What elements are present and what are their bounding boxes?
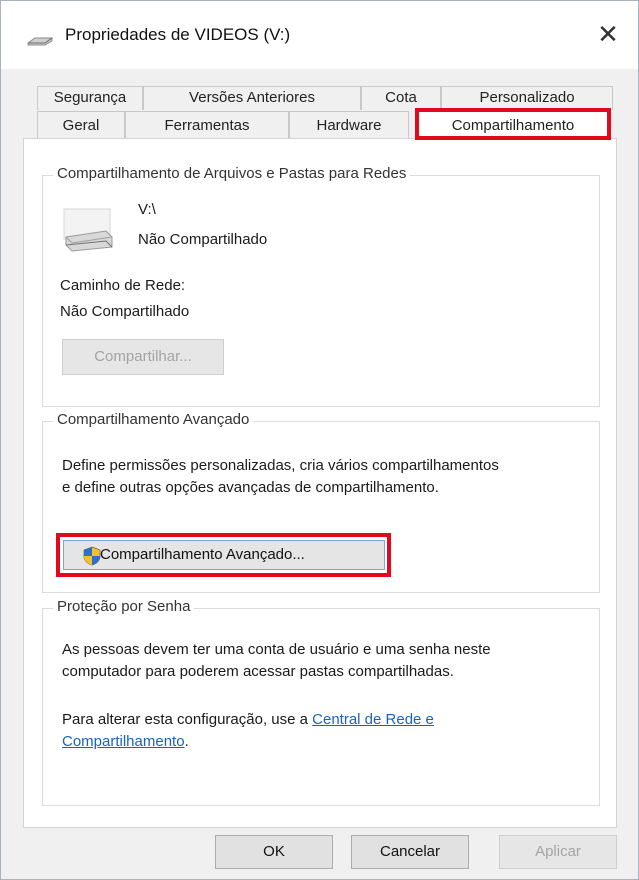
title-bar: Propriedades de VIDEOS (V:) ✕ bbox=[1, 1, 638, 69]
drive-share-status: Não Compartilhado bbox=[138, 231, 268, 248]
ok-button[interactable]: OK bbox=[215, 835, 333, 869]
apply-button[interactable]: Aplicar bbox=[499, 835, 617, 869]
drive-icon bbox=[27, 33, 53, 51]
password-protection-description-2: computador para poderem acessar pastas c… bbox=[62, 663, 454, 680]
uac-shield-icon bbox=[82, 546, 102, 576]
network-center-link-part1[interactable]: Central de Rede e bbox=[312, 711, 434, 728]
tab-geral[interactable]: Geral bbox=[37, 111, 125, 139]
share-button[interactable]: Compartilhar... bbox=[62, 339, 224, 375]
change-settings-text: Para alterar esta configuração, use a Ce… bbox=[62, 711, 434, 728]
tab-cota[interactable]: Cota bbox=[361, 86, 441, 110]
change-settings-text-line2: Compartilhamento. bbox=[62, 733, 189, 750]
tab-seguranca[interactable]: Segurança bbox=[37, 86, 143, 110]
tab-compartilhamento[interactable]: Compartilhamento bbox=[415, 108, 611, 140]
tab-ferramentas[interactable]: Ferramentas bbox=[125, 111, 289, 139]
password-protection-description-1: As pessoas devem ter uma conta de usuári… bbox=[62, 641, 491, 658]
network-path-value: Não Compartilhado bbox=[60, 303, 190, 320]
password-protection-group: Proteção por Senha bbox=[42, 598, 600, 806]
password-protection-title: Proteção por Senha bbox=[53, 598, 195, 615]
tab-personalizado[interactable]: Personalizado bbox=[441, 86, 613, 110]
period: . bbox=[184, 733, 189, 750]
drive-icon bbox=[62, 203, 114, 258]
tab-versoes-anteriores[interactable]: Versões Anteriores bbox=[143, 86, 361, 110]
tab-hardware[interactable]: Hardware bbox=[289, 111, 409, 139]
drive-path: V:\ bbox=[138, 201, 156, 218]
advanced-sharing-description-2: e define outras opções avançadas de comp… bbox=[62, 479, 439, 496]
change-settings-prefix: Para alterar esta configuração, use a bbox=[62, 711, 313, 728]
network-path-label: Caminho de Rede: bbox=[60, 277, 186, 294]
advanced-sharing-description-1: Define permissões personalizadas, cria v… bbox=[62, 457, 499, 474]
cancel-button[interactable]: Cancelar bbox=[351, 835, 469, 869]
properties-dialog: Propriedades de VIDEOS (V:) ✕ Segurança … bbox=[0, 0, 639, 880]
advanced-sharing-title: Compartilhamento Avançado bbox=[53, 411, 254, 428]
advanced-sharing-button[interactable]: Compartilhamento Avançado... bbox=[63, 540, 385, 570]
network-center-link-part2[interactable]: Compartilhamento bbox=[62, 733, 185, 750]
tab-panel-compartilhamento: Compartilhamento de Arquivos e Pastas pa… bbox=[23, 138, 617, 828]
advanced-sharing-button-label: Compartilhamento Avançado... bbox=[100, 546, 305, 563]
close-icon: ✕ bbox=[597, 19, 619, 49]
network-sharing-title: Compartilhamento de Arquivos e Pastas pa… bbox=[53, 165, 411, 182]
window-title: Propriedades de VIDEOS (V:) bbox=[65, 25, 291, 44]
close-button[interactable]: ✕ bbox=[592, 19, 624, 51]
